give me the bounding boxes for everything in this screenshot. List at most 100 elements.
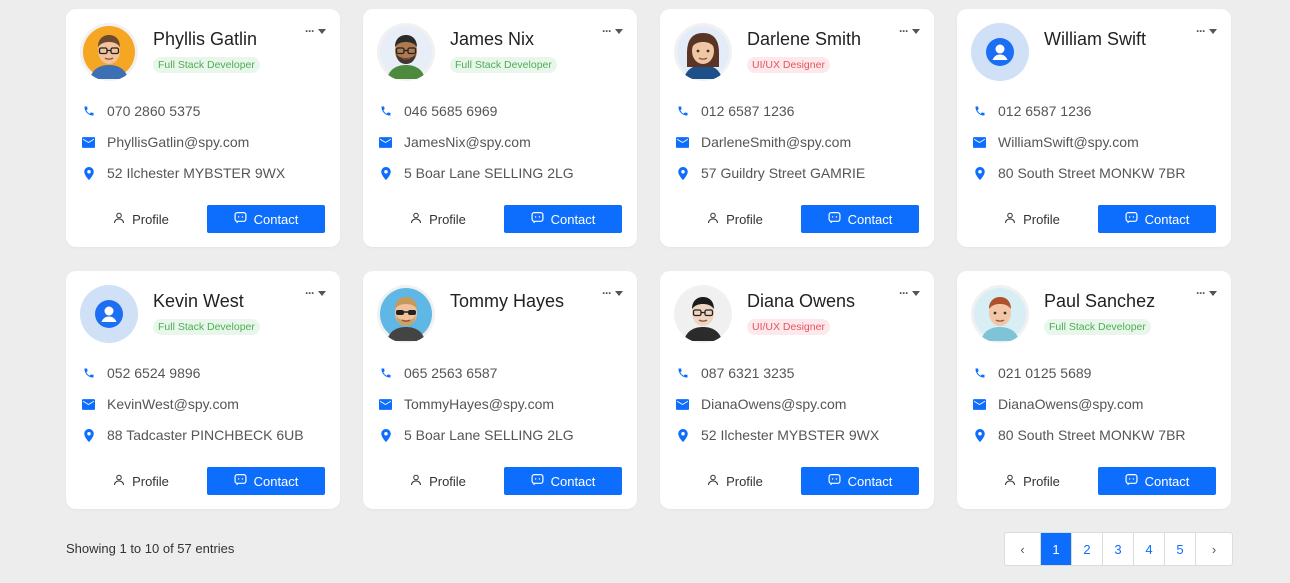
address-row: 57 Guildry Street GAMRIE (676, 163, 865, 183)
more-options-button[interactable]: ··· (602, 286, 623, 300)
page-5-button[interactable]: 5 (1165, 533, 1196, 565)
address-row: 5 Boar Lane SELLING 2LG (379, 425, 574, 445)
email-address: KevinWest@spy.com (107, 396, 239, 412)
email-row: DianaOwens@spy.com (973, 394, 1186, 414)
profile-button[interactable]: Profile (379, 467, 497, 495)
chevron-down-icon (1209, 28, 1217, 34)
contact-label: Contact (847, 211, 893, 227)
contact-label: Contact (1144, 211, 1190, 227)
card-actions: Profile Contact (676, 467, 919, 495)
entries-summary: Showing 1 to 10 of 57 entries (66, 541, 235, 556)
contact-button[interactable]: Contact (801, 205, 919, 233)
email-row: DianaOwens@spy.com (676, 394, 879, 414)
email-address: TommyHayes@spy.com (404, 396, 555, 412)
avatar (674, 23, 732, 81)
ellipsis-icon: ··· (1196, 286, 1206, 300)
page-2-button[interactable]: 2 (1072, 533, 1103, 565)
chevron-down-icon (615, 28, 623, 34)
next-page-button[interactable]: › (1196, 533, 1232, 565)
profile-button[interactable]: Profile (676, 467, 794, 495)
profile-button[interactable]: Profile (379, 205, 497, 233)
more-options-button[interactable]: ··· (1196, 286, 1217, 300)
phone-row: 070 2860 5375 (82, 101, 285, 121)
ellipsis-icon: ··· (602, 286, 612, 300)
chat-icon (828, 473, 841, 489)
contact-name: Diana Owens (747, 291, 856, 311)
profile-button[interactable]: Profile (973, 205, 1091, 233)
ellipsis-icon: ··· (1196, 24, 1206, 38)
phone-icon (82, 367, 95, 379)
street-address: 5 Boar Lane SELLING 2LG (404, 165, 574, 181)
contact-button[interactable]: Contact (1098, 205, 1216, 233)
chevron-down-icon (1209, 290, 1217, 296)
contact-button[interactable]: Contact (504, 467, 622, 495)
contact-info: 070 2860 5375 PhyllisGatlin@spy.com 52 I… (82, 101, 285, 183)
profile-label: Profile (1023, 211, 1060, 227)
contact-button[interactable]: Contact (1098, 467, 1216, 495)
card-actions: Profile Contact (379, 467, 622, 495)
phone-row: 065 2563 6587 (379, 363, 574, 383)
contact-button[interactable]: Contact (504, 205, 622, 233)
location-pin-icon (82, 428, 95, 442)
chat-icon (234, 211, 247, 227)
contact-button[interactable]: Contact (207, 205, 325, 233)
chat-icon (1125, 473, 1138, 489)
contact-label: Contact (550, 473, 596, 489)
contact-info: 087 6321 3235 DianaOwens@spy.com 52 Ilch… (676, 363, 879, 445)
profile-button[interactable]: Profile (676, 205, 794, 233)
profile-button[interactable]: Profile (82, 205, 200, 233)
profile-button[interactable]: Profile (82, 467, 200, 495)
more-options-button[interactable]: ··· (899, 287, 920, 299)
more-options-button[interactable]: ··· (602, 25, 623, 37)
page-3-button[interactable]: 3 (1103, 533, 1134, 565)
page-4-button[interactable]: 4 (1134, 533, 1165, 565)
phone-number: 087 6321 3235 (701, 365, 795, 381)
mail-icon (82, 136, 95, 148)
profile-label: Profile (429, 473, 466, 489)
phone-icon (973, 105, 986, 117)
avatar (971, 285, 1029, 343)
more-options-button[interactable]: ··· (305, 24, 326, 38)
user-icon (113, 212, 125, 227)
user-icon (113, 474, 125, 489)
avatar (377, 23, 435, 81)
email-row: TommyHayes@spy.com (379, 394, 574, 414)
chat-icon (234, 473, 247, 489)
location-pin-icon (379, 166, 392, 180)
mail-icon (676, 136, 689, 148)
more-options-button[interactable]: ··· (305, 287, 326, 299)
chat-icon (828, 211, 841, 227)
pagination: ‹ 1 2 3 4 5 › (1004, 532, 1233, 566)
contact-card: ··· Phyllis Gatlin Full Stack Developer … (66, 9, 340, 247)
user-icon (707, 212, 719, 227)
user-icon (1004, 474, 1016, 489)
email-row: WilliamSwift@spy.com (973, 132, 1186, 152)
contact-label: Contact (253, 473, 299, 489)
profile-button[interactable]: Profile (973, 467, 1091, 495)
card-actions: Profile Contact (973, 467, 1216, 495)
contact-button[interactable]: Contact (207, 467, 325, 495)
card-actions: Profile Contact (973, 205, 1216, 233)
more-options-button[interactable]: ··· (1196, 24, 1217, 38)
chat-icon (531, 473, 544, 489)
card-actions: Profile Contact (82, 467, 325, 495)
chevron-down-icon (615, 290, 623, 296)
role-badge: Full Stack Developer (1044, 319, 1151, 335)
address-row: 80 South Street MONKW 7BR (973, 163, 1186, 183)
phone-number: 046 5685 6969 (404, 103, 498, 119)
contact-button[interactable]: Contact (801, 467, 919, 495)
ellipsis-icon: ··· (305, 24, 315, 38)
email-address: WilliamSwift@spy.com (998, 134, 1139, 150)
role-badge: UI/UX Designer (747, 57, 830, 73)
prev-page-button[interactable]: ‹ (1005, 533, 1041, 565)
mail-icon (973, 398, 986, 410)
page-1-button[interactable]: 1 (1041, 533, 1072, 565)
profile-label: Profile (726, 211, 763, 227)
card-actions: Profile Contact (676, 205, 919, 233)
chevron-down-icon (318, 28, 326, 34)
address-row: 52 Ilchester MYBSTER 9WX (82, 163, 285, 183)
more-options-button[interactable]: ··· (899, 25, 920, 37)
mail-icon (676, 398, 689, 410)
address-row: 5 Boar Lane SELLING 2LG (379, 163, 574, 183)
avatar (377, 285, 435, 343)
